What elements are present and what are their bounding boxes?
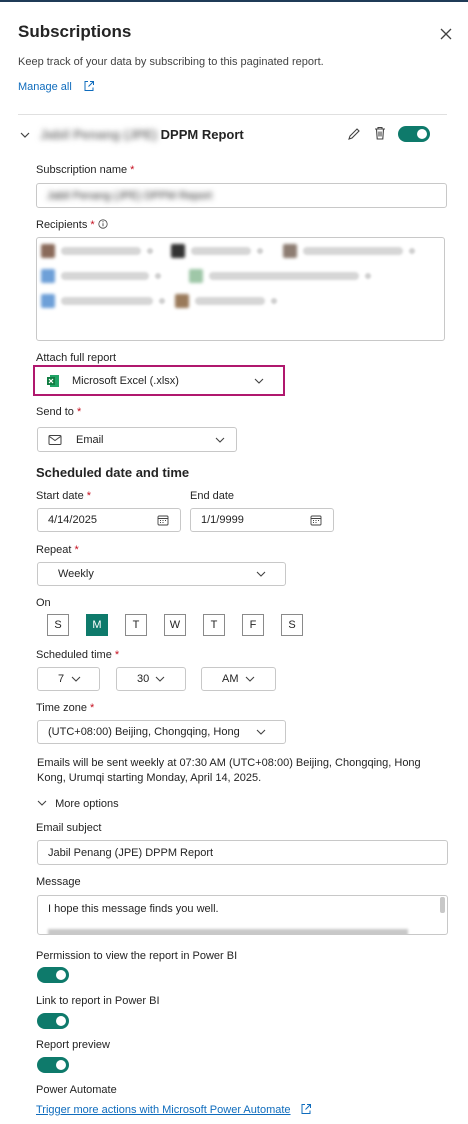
ampm-dropdown[interactable]: AM bbox=[201, 667, 276, 691]
timezone-dropdown[interactable]: (UTC+08:00) Beijing, Chongqing, Hong bbox=[37, 720, 286, 744]
start-date-label: Start date * bbox=[36, 490, 92, 502]
scheduled-heading: Scheduled date and time bbox=[36, 465, 190, 480]
attach-label: Attach full report bbox=[36, 352, 117, 364]
subscription-title-obscured: Jabil Penang (JPE) bbox=[40, 127, 158, 142]
send-to-dropdown[interactable]: Email bbox=[37, 427, 237, 452]
recipient-chip[interactable] bbox=[41, 268, 161, 284]
day-wednesday[interactable]: W bbox=[164, 614, 186, 636]
on-label: On bbox=[36, 597, 51, 609]
message-label: Message bbox=[36, 876, 81, 888]
repeat-dropdown[interactable]: Weekly bbox=[37, 562, 286, 586]
day-tuesday[interactable]: T bbox=[125, 614, 147, 636]
chevron-down-icon bbox=[256, 729, 266, 735]
timezone-label: Time zone * bbox=[36, 702, 95, 714]
panel-description: Keep track of your data by subscribing t… bbox=[18, 56, 324, 68]
permission-label: Permission to view the report in Power B… bbox=[36, 950, 238, 962]
power-automate-link[interactable]: Trigger more actions with Microsoft Powe… bbox=[36, 1103, 312, 1116]
mail-icon bbox=[48, 435, 62, 445]
end-date-value: 1/1/9999 bbox=[201, 514, 244, 526]
close-icon[interactable] bbox=[436, 24, 456, 44]
chevron-down-icon bbox=[37, 800, 47, 806]
power-automate-link-label: Trigger more actions with Microsoft Powe… bbox=[36, 1104, 291, 1116]
recipient-chip[interactable] bbox=[189, 268, 371, 284]
message-first-line: I hope this message finds you well. bbox=[48, 903, 219, 915]
manage-all-link[interactable]: Manage all bbox=[18, 80, 95, 93]
send-to-label: Send to * bbox=[36, 406, 82, 418]
end-date-label: End date bbox=[190, 490, 235, 502]
edit-icon[interactable] bbox=[346, 126, 362, 142]
panel-title: Subscriptions bbox=[18, 22, 132, 41]
timezone-value: (UTC+08:00) Beijing, Chongqing, Hong bbox=[48, 726, 240, 738]
day-saturday[interactable]: S bbox=[281, 614, 303, 636]
end-date-input[interactable]: 1/1/9999 bbox=[190, 508, 334, 532]
scheduled-time-label: Scheduled time * bbox=[36, 649, 120, 661]
link-to-report-toggle[interactable] bbox=[37, 1013, 69, 1029]
attach-format-value: Microsoft Excel (.xlsx) bbox=[72, 375, 179, 387]
day-monday[interactable]: M bbox=[86, 614, 108, 636]
day-sunday[interactable]: S bbox=[47, 614, 69, 636]
minute-value: 30 bbox=[137, 673, 150, 685]
chevron-down-icon bbox=[215, 437, 225, 443]
more-options-toggle[interactable]: More options bbox=[36, 797, 119, 810]
manage-all-label: Manage all bbox=[18, 81, 72, 93]
power-automate-label: Power Automate bbox=[36, 1084, 117, 1096]
chevron-down-icon bbox=[256, 571, 266, 577]
chevron-down-icon bbox=[71, 676, 81, 682]
calendar-icon[interactable] bbox=[157, 514, 169, 526]
send-to-value: Email bbox=[76, 433, 104, 446]
recipient-chip[interactable] bbox=[283, 243, 415, 259]
delete-icon[interactable] bbox=[372, 125, 388, 141]
recipients-box[interactable] bbox=[36, 237, 445, 341]
subscription-name-label: Subscription name * bbox=[36, 164, 135, 176]
permission-toggle[interactable] bbox=[37, 967, 69, 983]
divider bbox=[18, 114, 447, 115]
message-scrollbar[interactable] bbox=[440, 897, 445, 913]
attach-format-dropdown[interactable]: Microsoft Excel (.xlsx) bbox=[37, 369, 281, 393]
chevron-down-icon bbox=[155, 676, 165, 682]
hour-dropdown[interactable]: 7 bbox=[37, 667, 100, 691]
repeat-label: Repeat * bbox=[36, 544, 79, 556]
report-preview-label: Report preview bbox=[36, 1039, 110, 1051]
email-subject-input[interactable]: Jabil Penang (JPE) DPPM Report bbox=[37, 840, 448, 865]
start-date-input[interactable]: 4/14/2025 bbox=[37, 508, 181, 532]
hour-value: 7 bbox=[58, 673, 65, 685]
window-top-border bbox=[0, 0, 468, 2]
email-subject-label: Email subject bbox=[36, 822, 102, 834]
info-icon bbox=[98, 219, 108, 229]
day-thursday[interactable]: T bbox=[203, 614, 225, 636]
calendar-icon[interactable] bbox=[310, 514, 322, 526]
recipient-chip[interactable] bbox=[175, 293, 277, 309]
collapse-chevron-icon[interactable] bbox=[18, 128, 32, 142]
subscription-enabled-toggle[interactable] bbox=[398, 126, 430, 142]
report-preview-toggle[interactable] bbox=[37, 1057, 69, 1073]
repeat-value: Weekly bbox=[58, 568, 94, 580]
recipients-label: Recipients * bbox=[36, 219, 108, 231]
recipient-chip[interactable] bbox=[171, 243, 263, 259]
start-date-value: 4/14/2025 bbox=[48, 514, 97, 526]
message-textarea[interactable]: I hope this message finds you well. bbox=[37, 895, 448, 935]
schedule-summary: Emails will be sent weekly at 07:30 AM (… bbox=[37, 757, 421, 784]
email-subject-value: Jabil Penang (JPE) DPPM Report bbox=[48, 846, 214, 859]
subscription-name-value: Jabil Penang (JPE) DPPM Report bbox=[47, 189, 213, 202]
day-friday[interactable]: F bbox=[242, 614, 264, 636]
chevron-down-icon bbox=[245, 676, 255, 682]
subscription-name-input[interactable]: Jabil Penang (JPE) DPPM Report bbox=[36, 183, 447, 208]
minute-dropdown[interactable]: 30 bbox=[116, 667, 186, 691]
message-hidden-line bbox=[48, 929, 408, 934]
recipient-chip[interactable] bbox=[41, 243, 153, 259]
link-to-report-label: Link to report in Power BI bbox=[36, 995, 160, 1007]
chevron-down-icon bbox=[254, 378, 264, 384]
open-external-icon bbox=[301, 1104, 311, 1114]
open-external-icon bbox=[84, 81, 94, 91]
subscription-title[interactable]: Jabil Penang (JPE) DPPM Report bbox=[40, 127, 244, 142]
recipient-chip[interactable] bbox=[41, 293, 165, 309]
excel-icon bbox=[47, 375, 59, 387]
subscription-title-visible: DPPM Report bbox=[160, 127, 244, 142]
more-options-label: More options bbox=[55, 798, 119, 810]
ampm-value: AM bbox=[222, 673, 239, 685]
